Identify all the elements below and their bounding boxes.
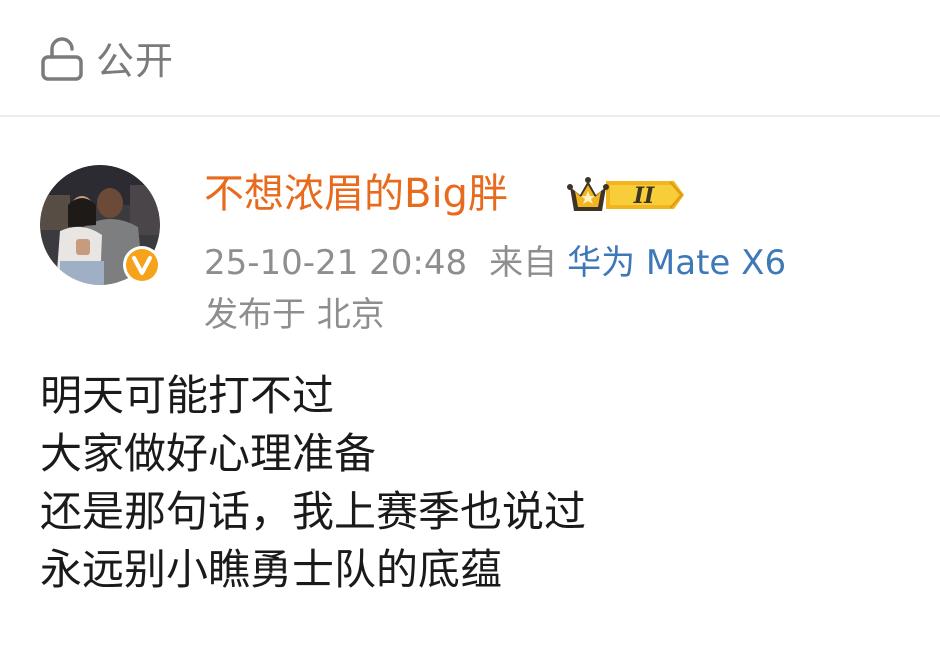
post-body: 明天可能打不过 大家做好心理准备 还是那句话，我上赛季也说过 永远别小瞧勇士队的… [40, 367, 900, 599]
crown-icon[interactable]: II [566, 173, 690, 217]
source-device-link[interactable]: 华为 Mate X6 [567, 243, 786, 283]
post-card: 不想浓眉的Big胖 II 25-10-21 20:48 来自 华为 Mate X6 … [0, 117, 940, 652]
author-name[interactable]: 不想浓眉的Big胖 [204, 169, 508, 219]
post-meta: 25-10-21 20:48 来自 华为 Mate X6 [204, 241, 786, 285]
vip-level-text: II [633, 183, 655, 209]
lock-open-icon [41, 37, 83, 81]
source-label: 来自 [489, 243, 558, 283]
avatar-container[interactable] [40, 165, 161, 285]
post-location: 发布于 北京 [204, 295, 385, 335]
visibility-bar[interactable]: 公开 [0, 0, 940, 116]
post-text-line: 明天可能打不过 [40, 371, 335, 420]
verified-v-icon [123, 246, 161, 284]
post-timestamp: 25-10-21 20:48 [204, 243, 468, 283]
visibility-label: 公开 [96, 39, 175, 83]
post-text-line: 还是那句话，我上赛季也说过 [40, 487, 587, 536]
post-text-line: 大家做好心理准备 [40, 429, 377, 478]
post-text-line: 永远别小瞧勇士队的底蕴 [40, 545, 503, 594]
